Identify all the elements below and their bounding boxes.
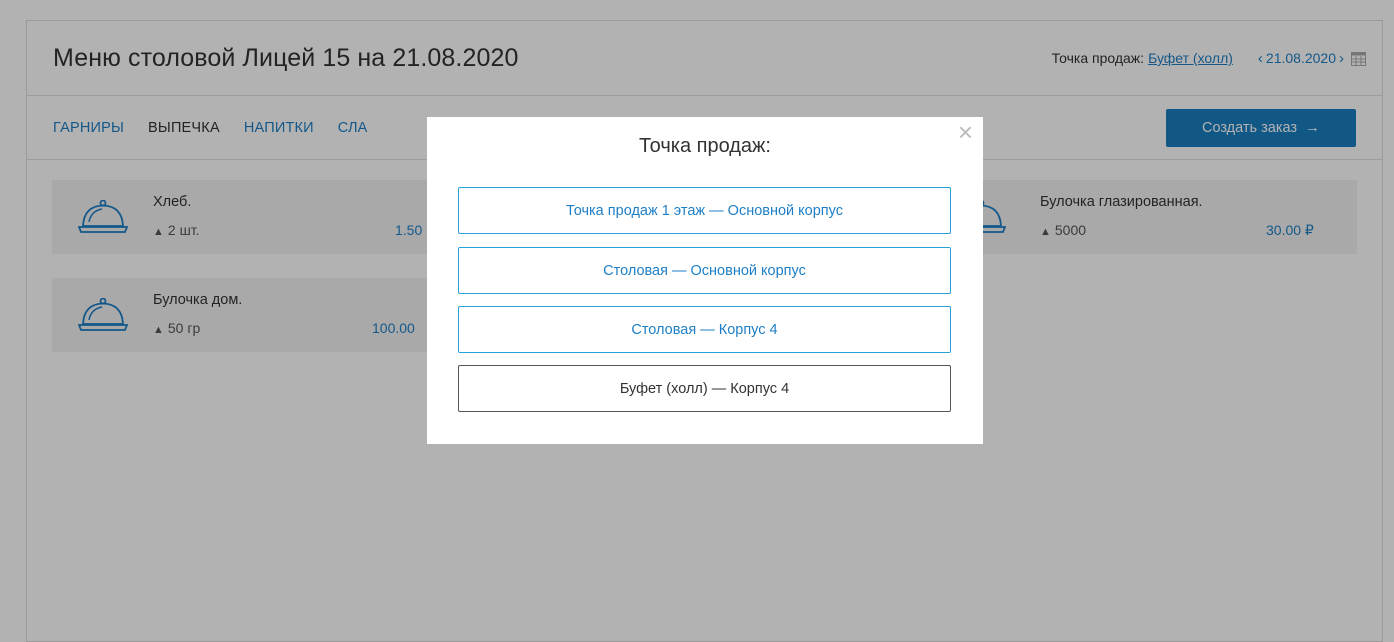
sale-point-option[interactable]: Столовая — Основной корпус [458,247,951,294]
sale-point-modal: × Точка продаж: Точка продаж 1 этаж — Ос… [427,117,983,444]
sale-point-option[interactable]: Точка продаж 1 этаж — Основной корпус [458,187,951,234]
modal-title: Точка продаж: [639,135,771,157]
sale-point-option-selected[interactable]: Буфет (холл) — Корпус 4 [458,365,951,412]
sale-point-option[interactable]: Столовая — Корпус 4 [458,306,951,353]
